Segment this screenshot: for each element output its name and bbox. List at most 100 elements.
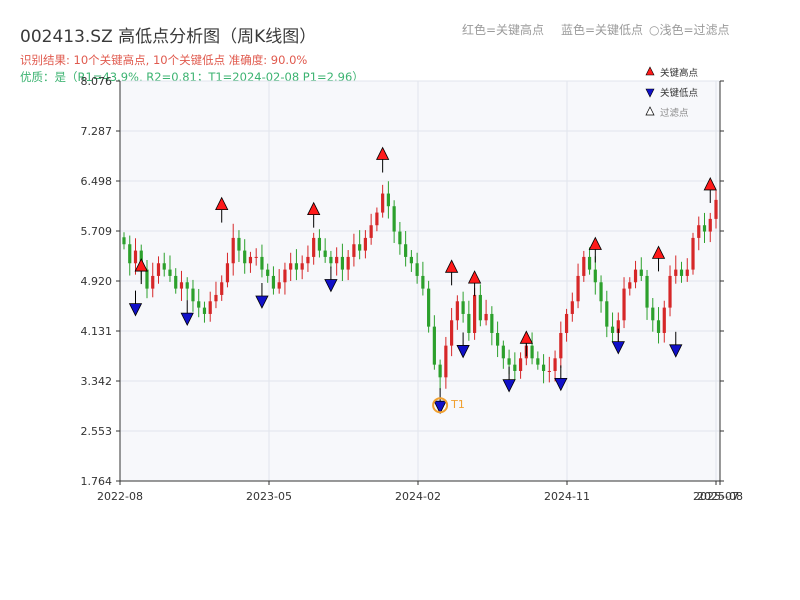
candle-body xyxy=(507,358,511,365)
candle-body xyxy=(352,244,356,257)
candle-body xyxy=(415,263,419,276)
candle-body xyxy=(254,256,258,258)
candle-body xyxy=(231,237,235,264)
candle-body xyxy=(202,307,207,314)
candle-body xyxy=(392,206,396,232)
candle-body xyxy=(214,294,218,302)
candle-body xyxy=(369,225,373,238)
candle-body xyxy=(473,294,477,333)
y-tick-label: 6.498 xyxy=(81,175,113,188)
candle-body xyxy=(248,256,253,264)
key-low-marker xyxy=(456,345,470,359)
candle-body xyxy=(329,256,333,264)
x-tick-label: 2025-08 xyxy=(697,490,743,503)
candle-body xyxy=(179,282,184,289)
top-legend-blue: 蓝色=关键低点 xyxy=(561,23,644,37)
result-summary: 识别结果: 10个关键高点, 10个关键低点 准确度: 90.0% xyxy=(20,53,308,67)
candle-body xyxy=(220,282,224,295)
candle-body xyxy=(427,288,431,327)
top-legend-filtered: ○浅色=过滤点 xyxy=(649,23,730,37)
candle-body xyxy=(128,244,132,264)
candle-body xyxy=(145,269,149,289)
candle-body xyxy=(185,282,189,289)
candle-body xyxy=(582,256,586,276)
legend-label: 关键高点 xyxy=(660,67,699,79)
candle-body xyxy=(622,288,626,321)
candle-body xyxy=(674,269,678,276)
key-high-marker xyxy=(134,258,148,272)
candle-body xyxy=(243,250,247,264)
key-high-marker xyxy=(588,236,602,250)
candle-body xyxy=(605,301,609,327)
legend-label: 过滤点 xyxy=(660,107,689,119)
candle-body xyxy=(628,282,632,289)
key-high-marker xyxy=(467,270,482,284)
candle-body xyxy=(651,307,655,321)
candle-body xyxy=(323,250,327,257)
candle-body xyxy=(260,256,264,270)
key-high-marker xyxy=(215,196,229,210)
candle-body xyxy=(271,275,276,289)
candle-body xyxy=(633,269,638,283)
candle-body xyxy=(478,294,482,321)
candle-body xyxy=(553,358,557,371)
key-high-marker xyxy=(307,201,321,216)
key-high-marker xyxy=(651,245,666,259)
candle-body xyxy=(450,320,454,346)
candle-body xyxy=(432,326,436,365)
candle-body xyxy=(461,301,465,314)
candle-body xyxy=(685,269,689,276)
candle-body xyxy=(708,218,712,232)
candlestick-chart: 1.764 2.553 3.342 4.131 4.920 5.709 6.498 7.287… xyxy=(81,66,743,503)
candle-body xyxy=(559,332,563,359)
candle-body xyxy=(697,225,701,238)
x-tick-label: 2023-05 xyxy=(246,490,292,503)
legend-label: 关键低点 xyxy=(660,87,699,99)
key-low-marker xyxy=(324,279,338,293)
candle-body xyxy=(358,244,362,251)
candle-body xyxy=(381,193,385,213)
candle-body xyxy=(593,269,597,283)
candle-body xyxy=(645,275,649,308)
candle-body xyxy=(312,237,316,257)
candle-body xyxy=(490,313,494,333)
candle-body xyxy=(208,301,212,314)
quality-summary: 优质：是（R1=43.9%, R2=0.81；T1=2024-02-08 P1=… xyxy=(20,70,364,84)
candle-body xyxy=(530,345,534,359)
candle-body xyxy=(518,358,523,371)
candle-body xyxy=(283,269,287,283)
candle-body xyxy=(455,301,459,321)
candle-body xyxy=(702,225,707,232)
candle-body xyxy=(289,263,293,270)
candle-body xyxy=(495,332,500,346)
candle-body xyxy=(335,256,339,264)
y-tick-label: 2.553 xyxy=(81,425,113,438)
candle-body xyxy=(524,345,528,359)
key-high-marker xyxy=(519,330,533,344)
candle-body xyxy=(237,237,241,251)
candle-body xyxy=(398,231,402,245)
candle-body xyxy=(266,269,270,276)
candle-body xyxy=(587,256,592,270)
candle-body xyxy=(133,250,138,264)
legend-low-icon xyxy=(645,88,655,98)
candle-body xyxy=(541,364,546,371)
candle-body xyxy=(346,256,350,270)
candle-body xyxy=(174,275,178,289)
candle-body xyxy=(662,307,666,333)
candle-body xyxy=(547,370,551,372)
candle-body xyxy=(340,256,345,270)
candle-body xyxy=(139,250,143,270)
y-tick-label: 4.131 xyxy=(81,325,113,338)
key-low-marker xyxy=(128,303,143,317)
key-low-marker xyxy=(669,344,683,358)
candle-body xyxy=(306,256,310,264)
key-low-marker xyxy=(611,341,625,355)
candle-body xyxy=(375,212,379,226)
candle-body xyxy=(294,263,299,270)
candle-body xyxy=(679,269,684,276)
candle-body xyxy=(467,313,471,333)
page-title: 002413.SZ 高低点分析图（周K线图） xyxy=(20,27,317,47)
candle-body xyxy=(122,237,126,245)
candle-body xyxy=(564,313,569,333)
